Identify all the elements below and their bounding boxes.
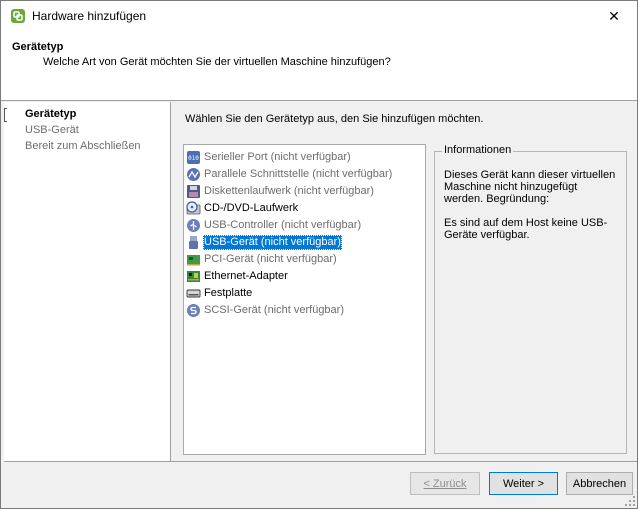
step-usb-device[interactable]: USB-Gerät [25, 124, 79, 136]
list-item-floppy[interactable]: Diskettenlaufwerk (nicht verfügbar) [186, 183, 375, 199]
list-item-usb-controller[interactable]: USB-Controller (nicht verfügbar) [186, 217, 362, 233]
list-item-ethernet-adapter[interactable]: Ethernet-Adapter [186, 268, 289, 284]
back-button[interactable]: < Zurück [410, 472, 480, 495]
info-reason: Dieses Gerät kann dieser virtuellen Masc… [444, 169, 616, 205]
pci-device-icon [187, 254, 200, 265]
window-title: Hardware hinzufügen [32, 9, 147, 23]
close-button[interactable]: ✕ [591, 1, 637, 31]
usb-controller-icon [187, 218, 200, 232]
list-item-serial-port[interactable]: 010 Serieller Port (nicht verfügbar) [186, 149, 352, 165]
info-detail: Es sind auf dem Host keine USB-Geräte ve… [444, 217, 608, 241]
add-hardware-dialog: Hardware hinzufügen ✕ Gerätetyp Welche A… [0, 0, 638, 509]
svg-text:010: 010 [188, 155, 199, 162]
information-legend: Informationen [442, 144, 514, 156]
close-icon: ✕ [608, 7, 620, 24]
scsi-device-icon [187, 303, 200, 317]
serial-port-icon: 010 [187, 150, 200, 164]
ethernet-adapter-icon [187, 270, 200, 282]
list-item-cd-dvd[interactable]: CD-/DVD-Laufwerk [186, 200, 299, 216]
information-text: Dieses Gerät kann dieser virtuellen Masc… [444, 169, 619, 253]
floppy-icon [187, 184, 200, 198]
information-groupbox: Informationen Dieses Gerät kann dieser v… [434, 144, 627, 454]
list-item-pci-device[interactable]: PCI-Gerät (nicht verfügbar) [186, 251, 338, 267]
hard-disk-icon [186, 289, 201, 297]
vsphere-app-icon [11, 9, 25, 23]
wizard-header: Gerätetyp Welche Art von Gerät möchten S… [1, 32, 637, 101]
usb-device-icon [189, 235, 198, 249]
page-subtitle: Welche Art von Gerät möchten Sie der vir… [43, 56, 391, 68]
title-bar[interactable]: Hardware hinzufügen ✕ [1, 1, 637, 32]
instruction-text: Wählen Sie den Gerätetyp aus, den Sie hi… [185, 113, 484, 125]
step-device-type[interactable]: Gerätetyp [25, 108, 76, 120]
device-type-list[interactable]: 010 Serieller Port (nicht verfügbar) Par… [183, 144, 426, 455]
list-item-parallel-port[interactable]: Parallele Schnittstelle (nicht verfügbar… [186, 166, 393, 182]
current-step-marker [4, 108, 7, 122]
wizard-content: Wählen Sie den Gerätetyp aus, den Sie hi… [172, 102, 637, 461]
page-title: Gerätetyp [12, 41, 64, 53]
cd-dvd-icon [186, 200, 201, 214]
footer-separator [4, 461, 637, 462]
wizard-steps: Gerätetyp USB-Gerät Bereit zum Abschließ… [4, 102, 171, 461]
next-button[interactable]: Weiter > [489, 472, 558, 495]
resize-grip-icon[interactable] [624, 495, 636, 507]
list-item-usb-device[interactable]: USB-Gerät (nicht verfügbar) [186, 234, 342, 250]
list-item-hard-disk[interactable]: Festplatte [186, 285, 253, 301]
list-item-scsi-device[interactable]: SCSI-Gerät (nicht verfügbar) [186, 302, 345, 318]
step-ready-to-complete[interactable]: Bereit zum Abschließen [25, 140, 141, 152]
parallel-port-icon [187, 167, 200, 181]
cancel-button[interactable]: Abbrechen [566, 472, 633, 495]
